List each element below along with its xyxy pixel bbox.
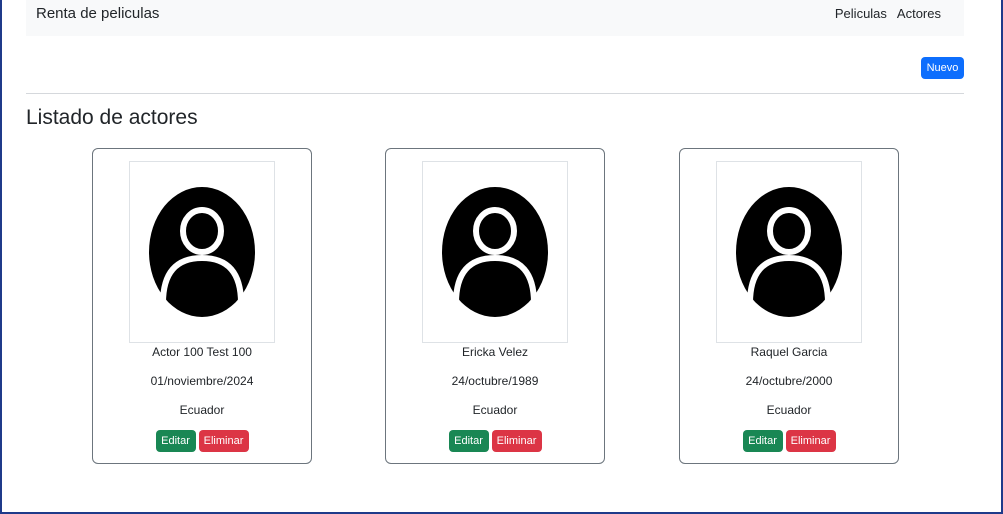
delete-button[interactable]: Eliminar	[198, 430, 249, 452]
user-avatar-icon	[149, 187, 255, 317]
nav-link-actores[interactable]: Actores	[897, 6, 941, 21]
actor-card: Ericka Velez 24/octubre/1989 Ecuador Edi…	[385, 148, 605, 464]
card-actions: Editar Eliminar	[680, 430, 898, 452]
user-avatar-icon	[442, 187, 548, 317]
actor-photo	[422, 161, 568, 343]
delete-button[interactable]: Eliminar	[491, 430, 542, 452]
actor-name: Actor 100 Test 100	[152, 345, 252, 359]
top-navbar: Renta de peliculas Peliculas Actores	[26, 0, 964, 36]
edit-button[interactable]: Editar	[742, 430, 783, 452]
actor-country: Ecuador	[766, 403, 812, 417]
actor-name: Ericka Velez	[461, 345, 529, 359]
actor-card: Actor 100 Test 100 01/noviembre/2024 Ecu…	[92, 148, 312, 464]
actor-country: Ecuador	[179, 403, 225, 417]
card-actions: Editar Eliminar	[93, 430, 311, 452]
actor-country: Ecuador	[472, 403, 518, 417]
divider	[26, 93, 964, 94]
actor-birthdate: 01/noviembre/2024	[150, 374, 254, 388]
nav-link-peliculas[interactable]: Peliculas	[835, 6, 887, 21]
user-avatar-icon	[736, 187, 842, 317]
actor-card: Raquel Garcia 24/octubre/2000 Ecuador Ed…	[679, 148, 899, 464]
nav-links: Peliculas Actores	[835, 6, 941, 21]
edit-button[interactable]: Editar	[448, 430, 489, 452]
actor-birthdate: 24/octubre/2000	[745, 374, 833, 388]
new-button[interactable]: Nuevo	[921, 57, 964, 79]
actor-birthdate: 24/octubre/1989	[451, 374, 539, 388]
app-frame: Renta de peliculas Peliculas Actores Nue…	[0, 0, 1003, 514]
actor-photo	[716, 161, 862, 343]
actor-photo	[129, 161, 275, 343]
delete-button[interactable]: Eliminar	[785, 430, 836, 452]
card-actions: Editar Eliminar	[386, 430, 604, 452]
edit-button[interactable]: Editar	[155, 430, 196, 452]
navbar-brand[interactable]: Renta de peliculas	[36, 5, 159, 22]
actor-name: Raquel Garcia	[750, 345, 828, 359]
page-title: Listado de actores	[26, 106, 198, 129]
